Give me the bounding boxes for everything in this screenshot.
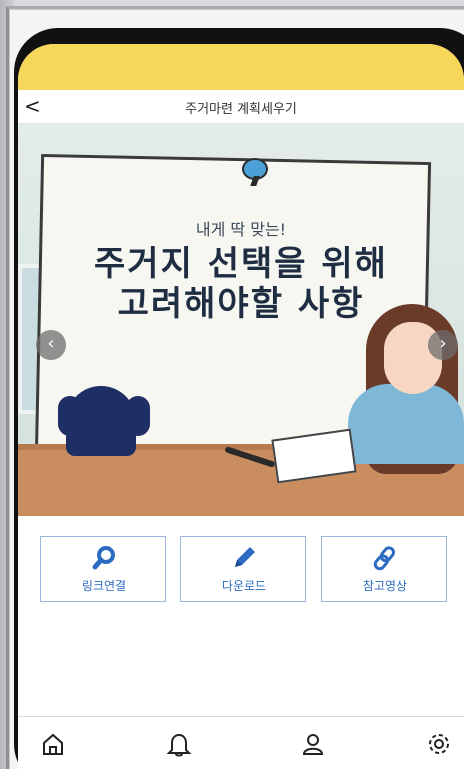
nav-profile[interactable] — [300, 731, 330, 761]
banner-carousel[interactable]: 내게 딱 맞는! 주거지 선택을 위해 고려해야할 사항 ‹ › — [18, 124, 464, 516]
link-button[interactable]: 링크연결 — [40, 536, 166, 602]
nav-settings[interactable] — [426, 731, 456, 761]
bell-icon — [166, 733, 192, 761]
reference-video-label: 참고영상 — [362, 579, 408, 593]
user-icon — [300, 734, 326, 761]
dog-illustration — [66, 386, 136, 456]
page-title: 주거마련 계획세우기 — [185, 102, 297, 117]
action-buttons: 링크연결 다운로드 참고영상 — [18, 536, 464, 608]
pencil-icon — [181, 545, 307, 571]
download-button-label: 다운로드 — [221, 579, 267, 593]
nav-home[interactable] — [40, 731, 70, 761]
carousel-prev-button[interactable]: ‹ — [36, 330, 66, 360]
app-header: < 주거마련 계획세우기 — [18, 90, 464, 124]
girl-sweater — [348, 384, 464, 464]
link-button-label: 링크연결 — [81, 579, 127, 593]
status-bar — [18, 44, 464, 90]
search-icon — [41, 545, 167, 571]
gear-icon — [426, 734, 452, 761]
download-button[interactable]: 다운로드 — [180, 536, 306, 602]
link-icon — [322, 545, 448, 571]
home-icon — [40, 733, 66, 761]
carousel-next-button[interactable]: › — [428, 330, 458, 360]
nav-notifications[interactable] — [166, 731, 196, 761]
bottom-nav — [18, 716, 464, 769]
reference-video-button[interactable]: 참고영상 — [321, 536, 447, 602]
app-screen: < 주거마련 계획세우기 내게 딱 맞는! 주거지 선택을 위해 고려해야할 사… — [18, 44, 464, 769]
